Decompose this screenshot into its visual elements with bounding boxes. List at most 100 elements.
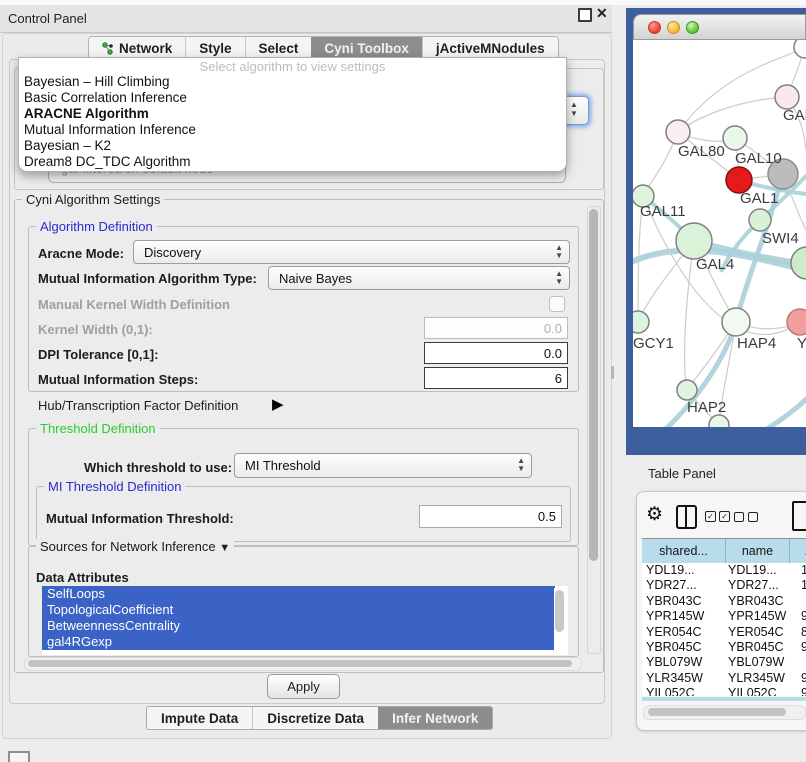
table-panel-title: Table Panel xyxy=(648,466,716,481)
mi-threshold-field[interactable]: 0.5 xyxy=(419,505,562,528)
tab-discretize-data[interactable]: Discretize Data xyxy=(252,707,378,729)
aracne-mode-combo[interactable]: Discovery ▲▼ xyxy=(133,240,570,264)
table-row[interactable]: YDR27... YDR27... 12 xyxy=(642,578,806,593)
which-threshold-value: MI Threshold xyxy=(245,458,321,473)
network-node[interactable] xyxy=(723,126,747,150)
dropdown-option[interactable]: Bayesian – K2 xyxy=(19,138,566,154)
network-node[interactable] xyxy=(722,308,750,336)
collapse-down-icon[interactable]: ▼ xyxy=(219,542,230,554)
list-item[interactable]: gal4RGexp xyxy=(42,634,555,650)
window-minimize-icon[interactable] xyxy=(667,21,680,34)
list-scrollbar[interactable] xyxy=(554,588,565,650)
cell: YBR043C xyxy=(726,594,801,609)
network-node[interactable] xyxy=(794,40,806,58)
table-row[interactable]: YBR045C YBR045C 9. xyxy=(642,640,806,655)
cell: YPR145W xyxy=(642,609,726,624)
dpi-tolerance-field[interactable]: 0.0 xyxy=(424,342,568,364)
cell: YDR27... xyxy=(726,578,801,593)
cell: YDL19... xyxy=(726,563,801,578)
table-horizontal-scrollbar-thumb[interactable] xyxy=(648,708,786,716)
node-label: SWI4 xyxy=(762,230,799,247)
network-node[interactable] xyxy=(787,309,806,335)
manual-kernel-label: Manual Kernel Width Definition xyxy=(38,297,230,312)
column-header-name[interactable]: name xyxy=(726,539,790,563)
table-row[interactable]: YLR345W YLR345W 9. xyxy=(642,671,806,686)
columns-icon-divider xyxy=(685,507,687,527)
column-header-partial[interactable]: A xyxy=(790,539,806,563)
settings-vertical-scrollbar[interactable] xyxy=(587,206,601,654)
tab-infer-network[interactable]: Infer Network xyxy=(378,707,492,729)
tab-style-label: Style xyxy=(199,41,231,56)
which-threshold-combo[interactable]: MI Threshold ▲▼ xyxy=(234,453,532,478)
kernel-width-field[interactable]: 0.0 xyxy=(424,317,568,339)
network-node[interactable] xyxy=(775,85,799,109)
network-node[interactable] xyxy=(633,311,649,333)
network-node[interactable] xyxy=(791,247,806,279)
mi-type-combo[interactable]: Naive Bayes ▲▼ xyxy=(268,266,570,290)
list-item[interactable]: SelfLoops xyxy=(42,586,555,602)
export-table-icon[interactable] xyxy=(792,501,806,531)
minimized-panel-icon[interactable] xyxy=(8,751,30,762)
network-node[interactable] xyxy=(749,209,771,231)
list-item[interactable]: TopologicalCoefficient xyxy=(42,602,555,618)
column-header-shared-name[interactable]: shared... xyxy=(642,539,726,563)
window-zoom-icon[interactable] xyxy=(686,21,699,34)
table-row[interactable]: YBR043C YBR043C xyxy=(642,594,806,609)
dropdown-option[interactable]: Bayesian – Hill Climbing xyxy=(19,74,566,90)
tab-infer-network-label: Infer Network xyxy=(392,711,478,726)
apply-button[interactable]: Apply xyxy=(267,674,340,699)
tab-impute-data[interactable]: Impute Data xyxy=(147,707,252,729)
dropdown-option[interactable]: Mutual Information Inference xyxy=(19,122,566,138)
dropdown-option-selected[interactable]: ARACNE Algorithm xyxy=(19,106,566,122)
manual-kernel-checkbox[interactable] xyxy=(549,296,565,312)
network-window-titlebar[interactable] xyxy=(633,14,806,40)
mi-threshold-value: 0.5 xyxy=(538,509,556,524)
cell: 8. xyxy=(801,625,806,640)
table-header-row: shared... name A xyxy=(642,538,806,564)
cell xyxy=(801,594,806,609)
table-row[interactable]: YER054C YER054C 8. xyxy=(642,625,806,640)
float-panel-icon[interactable] xyxy=(578,8,592,22)
mi-type-value: Naive Bayes xyxy=(279,271,352,286)
deselect-all-checks-icon[interactable] xyxy=(734,512,758,522)
network-node[interactable] xyxy=(709,415,729,427)
close-panel-icon[interactable]: ✕ xyxy=(596,5,608,22)
expand-right-icon[interactable]: ▶ xyxy=(272,395,284,413)
data-attributes-list[interactable]: SelfLoops TopologicalCoefficient Between… xyxy=(42,586,568,655)
cell: 9 xyxy=(801,686,806,696)
list-item[interactable]: BetweennessCentrality xyxy=(42,618,555,634)
checked-box-icon: ✓ xyxy=(705,511,716,522)
settings-horizontal-scrollbar[interactable] xyxy=(24,657,582,671)
mi-steps-field[interactable]: 6 xyxy=(424,367,568,389)
dropdown-option[interactable]: Basic Correlation Inference xyxy=(19,90,566,106)
which-threshold-label: Which threshold to use: xyxy=(84,460,232,475)
cyni-algorithm-settings-title: Cyni Algorithm Settings xyxy=(22,192,164,207)
dropdown-option[interactable]: Dream8 DC_TDC Algorithm xyxy=(19,154,566,170)
select-all-checks-icon[interactable]: ✓ ✓ xyxy=(705,511,730,522)
tab-network-label: Network xyxy=(119,41,172,56)
hub-definition-label: Hub/Transcription Factor Definition xyxy=(38,398,238,413)
node-label: HAP4 xyxy=(737,335,776,352)
table-row[interactable]: YPR145W YPR145W 9. xyxy=(642,609,806,624)
network-icon xyxy=(102,42,114,55)
table-horizontal-scrollbar[interactable] xyxy=(643,705,806,720)
network-node[interactable] xyxy=(676,223,712,259)
apply-button-label: Apply xyxy=(287,679,320,694)
list-scrollbar-thumb[interactable] xyxy=(555,590,564,632)
cell: YER054C xyxy=(726,625,801,640)
settings-vertical-scrollbar-thumb[interactable] xyxy=(589,209,598,561)
network-node[interactable] xyxy=(677,380,697,400)
node-label: GAL10 xyxy=(735,150,782,167)
gear-icon[interactable]: ⚙ xyxy=(646,503,663,526)
table-row[interactable]: YIL052C YIL052C 9 xyxy=(642,686,806,696)
window-close-icon[interactable] xyxy=(648,21,661,34)
screenshot-stage: Control Panel ✕ Network Style Select Cyn… xyxy=(0,0,806,762)
table-row[interactable]: YDL19... YDL19... 13 xyxy=(642,563,806,578)
table-row[interactable]: YBL079W YBL079W xyxy=(642,655,806,670)
panel-splitter-handle[interactable] xyxy=(611,366,614,379)
settings-horizontal-scrollbar-thumb[interactable] xyxy=(28,660,572,667)
dpi-tolerance-value: 0.0 xyxy=(544,346,562,361)
network-node[interactable] xyxy=(666,120,690,144)
columns-icon[interactable] xyxy=(676,505,697,529)
network-view-canvas[interactable]: GAL GAL80 GAL10 GAL1 GAL11 SWI4 GAL4 GCY… xyxy=(633,40,806,427)
